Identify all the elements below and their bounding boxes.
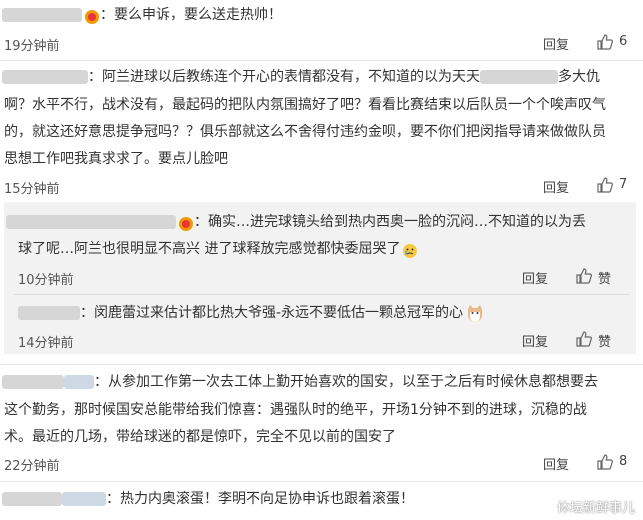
username-5-tag	[64, 375, 94, 389]
thumbs-up-icon[interactable]	[576, 331, 592, 347]
timestamp: 19分钟前	[4, 39, 60, 54]
vip-badge-icon	[178, 214, 194, 231]
watermark: 体坛新鲜事儿	[556, 501, 635, 516]
divider	[0, 364, 643, 365]
timestamp: 10分钟前	[18, 273, 74, 288]
thumbs-up-icon[interactable]	[597, 34, 613, 50]
username-1[interactable]	[2, 8, 82, 22]
like-count: 6	[619, 34, 628, 49]
thumbs-up-icon[interactable]	[597, 454, 613, 470]
redacted-text	[480, 70, 558, 84]
comment-5-line1: ：从参加工作第一次去工体上勤开始喜欢的国安，以至于之后有时候休息都想要去	[2, 368, 598, 396]
comment-text: ：要么申诉，要么送走热帅！	[100, 7, 282, 23]
cat-emoji-icon	[465, 303, 485, 323]
timestamp: 15分钟前	[4, 182, 60, 197]
reply-button[interactable]: 回复	[543, 177, 569, 196]
comment-2-line2: 啊？水平不行，战术没有，最起码的把队内氛围搞好了吧？看看比赛结束以后队员一个个唉…	[4, 97, 606, 113]
thumbs-up-icon[interactable]	[597, 177, 613, 193]
comment-5-line2: 这个勤务，那时候国安总能带给我们惊喜：遇强队时的绝平，开场1分钟不到的进球，沉稳…	[4, 402, 587, 418]
reply-button[interactable]: 回复	[543, 34, 569, 53]
vip-badge-icon	[84, 7, 100, 24]
divider	[0, 481, 643, 482]
reply-button[interactable]: 回复	[543, 454, 569, 473]
username-4[interactable]	[18, 306, 80, 320]
comment-2-line1: ：阿兰进球以后教练连个开心的表情都没有，不知道的以为天天 多大仇	[2, 63, 600, 91]
divider	[0, 60, 643, 61]
timestamp: 22分钟前	[4, 459, 60, 474]
username-6-tag	[62, 492, 106, 506]
comment-1-body: ：要么申诉，要么送走热帅！	[2, 1, 282, 29]
reply-1-line1: ：确实…进完球镜头给到热内西奥一脸的沉闷…不知道的以为丢	[6, 208, 586, 236]
like-count: 7	[619, 177, 628, 192]
comment-2-line4: 思想工作吧我真求求了。要点儿脸吧	[4, 151, 228, 167]
comment-2-line3: 的，就这还好意思提争冠吗？？俱乐部就这么不舍得付违约金呗，要不你们把闵指导请来做…	[4, 124, 606, 140]
reply-button[interactable]: 回复	[522, 268, 548, 287]
divider	[14, 294, 630, 295]
thumbs-up-icon[interactable]	[576, 268, 592, 284]
timestamp: 14分钟前	[18, 336, 74, 351]
like-label[interactable]: 赞	[598, 268, 611, 287]
reply-button[interactable]: 回复	[522, 331, 548, 350]
reply-1-line2: 球了呢…阿兰也很明显不高兴 进了球释放完感觉都快委屈哭了	[18, 235, 418, 263]
reply-thread: ：确实…进完球镜头给到热内西奥一脸的沉闷…不知道的以为丢 球了呢…阿兰也很明显不…	[4, 202, 636, 354]
username-6[interactable]	[2, 492, 62, 506]
comment-6-line1: ：热力内奥滚蛋！李明不向足协申诉也跟着滚蛋！	[2, 485, 414, 513]
like-count: 8	[619, 454, 628, 469]
comment-5-line3: 术。最近的几场，带给球迷的都是惊吓，完全不见以前的国安了	[4, 429, 396, 445]
like-label[interactable]: 赞	[598, 331, 611, 350]
crying-emoji-icon	[402, 241, 418, 258]
username-3[interactable]	[6, 215, 176, 229]
reply-2-line1: ：闵鹿蕾过来估计都比热大爷强-永远不要低估一颗总冠军的心	[18, 299, 485, 327]
username-2[interactable]	[2, 70, 88, 84]
username-5[interactable]	[2, 375, 64, 389]
